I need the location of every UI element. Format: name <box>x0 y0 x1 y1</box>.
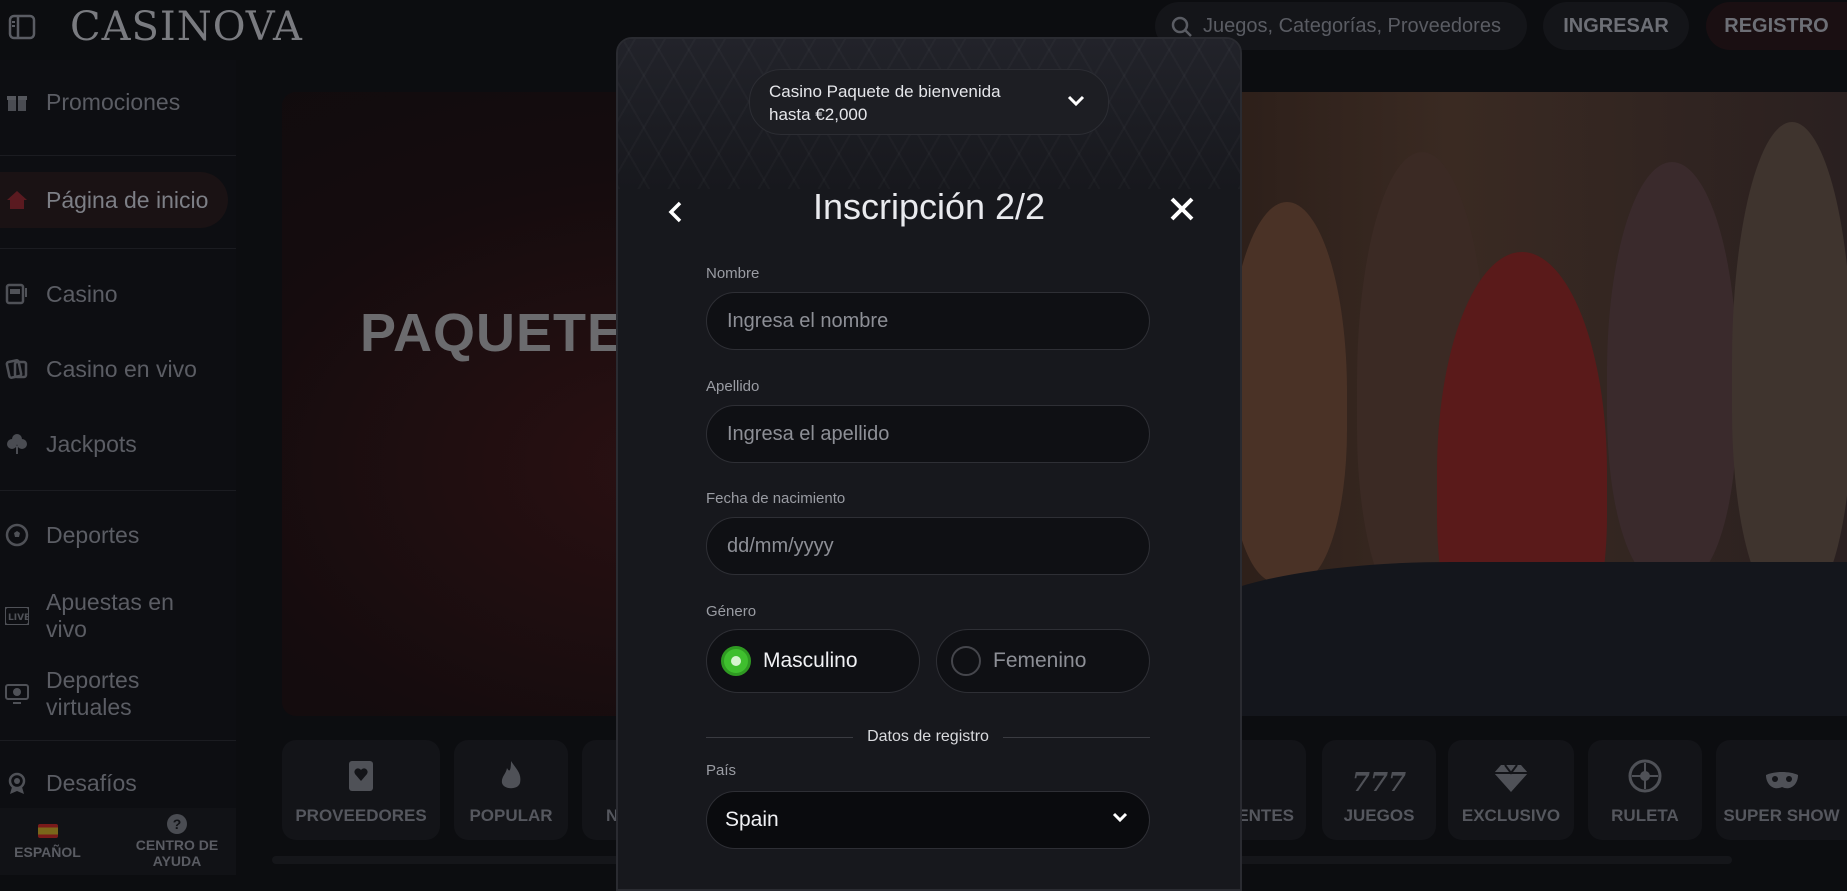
live-icon: LIVE <box>5 604 29 628</box>
clover-icon <box>5 432 29 456</box>
sidebar-item-inicio[interactable]: Página de inicio <box>0 172 228 228</box>
chevron-down-icon <box>1111 811 1129 830</box>
gender-option-label: Femenino <box>993 649 1087 672</box>
spain-flag-icon <box>37 823 58 838</box>
virtual-sports-icon <box>5 682 29 706</box>
sidebar-item-label: Casino en vivo <box>46 355 197 382</box>
section-divider-label: Datos de registro <box>867 728 989 745</box>
svg-text:LIVE: LIVE <box>8 613 29 623</box>
radio-selected-icon <box>721 646 751 676</box>
sidebar-item-promociones[interactable]: Promociones <box>0 82 236 122</box>
sidebar-item-casino[interactable]: Casino <box>0 274 236 314</box>
sidebar-item-desafios[interactable]: Desafíos <box>0 763 236 803</box>
bonus-text: Casino Paquete de bienvenida hasta €2,00… <box>769 82 1001 124</box>
hero-title: PAQUETE <box>360 303 625 363</box>
sidebar-item-label: Apuestas en vivo <box>46 589 174 642</box>
question-icon: ? <box>167 814 187 834</box>
diamond-icon <box>1493 763 1529 798</box>
medal-icon <box>5 771 29 795</box>
sidebar-item-label: Casino <box>46 280 118 307</box>
gender-label: Género <box>706 603 757 620</box>
gender-option-label: Masculino <box>763 649 858 672</box>
section-divider: Datos de registro <box>706 727 1150 747</box>
casinova-logo[interactable]: CASINOVA <box>70 4 303 50</box>
sidebar-item-deportes[interactable]: Deportes <box>0 515 236 555</box>
welcome-bonus-selector[interactable]: Casino Paquete de bienvenida hasta €2,00… <box>749 69 1109 135</box>
sidebar-item-label: Jackpots <box>46 430 137 457</box>
flame-icon <box>498 759 524 798</box>
sidebar-item-jackpots[interactable]: Jackpots <box>0 424 236 464</box>
sidebar-item-casino-en-vivo[interactable]: Casino en vivo <box>0 349 236 389</box>
hero-image <box>1187 92 1847 716</box>
language-selector[interactable]: ESPAÑOL <box>0 808 95 875</box>
soccer-ball-icon <box>5 523 29 547</box>
sidebar-item-apuestas-en-vivo[interactable]: LIVE Apuestas en vivo <box>0 586 236 646</box>
slot-machine-icon <box>5 282 29 306</box>
sidebar-toggle-icon[interactable] <box>8 14 36 40</box>
country-value: Spain <box>725 808 779 831</box>
birth-date-label: Fecha de nacimiento <box>706 490 846 507</box>
last-name-placeholder: Ingresa el apellido <box>727 422 890 445</box>
help-label: CENTRO DE AYUDA <box>135 837 219 869</box>
radio-unselected-icon <box>951 646 981 676</box>
help-center-link[interactable]: ? CENTRO DE AYUDA <box>118 808 236 875</box>
sidebar-item-label: Página de inicio <box>46 186 209 213</box>
login-button[interactable]: INGRESAR <box>1543 2 1689 50</box>
birth-date-placeholder: dd/mm/yyyy <box>727 534 834 557</box>
777-icon: 777 <box>1351 768 1407 798</box>
country-label: País <box>706 762 737 779</box>
first-name-label: Nombre <box>706 265 760 282</box>
sidebar-item-label: Deportes virtuales <box>46 667 140 720</box>
first-name-field[interactable]: Ingresa el nombre <box>706 292 1150 350</box>
live-casino-icon <box>5 357 29 381</box>
category-popular[interactable]: POPULAR <box>454 740 568 840</box>
register-button[interactable]: REGISTRO <box>1706 2 1847 50</box>
sidebar-item-deportes-virtuales[interactable]: Deportes virtuales <box>0 664 236 724</box>
language-bar: ESPAÑOL ? CENTRO DE AYUDA <box>0 808 236 875</box>
mask-icon <box>1764 769 1800 798</box>
last-name-label: Apellido <box>706 378 760 395</box>
birth-date-field[interactable]: dd/mm/yyyy <box>706 517 1150 575</box>
gift-icon <box>5 90 29 114</box>
sidebar-item-label: Promociones <box>46 88 181 115</box>
close-icon[interactable] <box>1168 194 1196 224</box>
category-super-show[interactable]: SUPER SHOW <box>1716 740 1847 840</box>
category-exclusivo[interactable]: EXCLUSIVO <box>1448 740 1574 840</box>
home-icon <box>5 188 29 212</box>
category-juegos[interactable]: 777 JUEGOS <box>1322 740 1436 840</box>
first-name-placeholder: Ingresa el nombre <box>727 309 889 332</box>
country-select[interactable]: Spain <box>706 791 1150 849</box>
sidebar-item-label: Desafíos <box>46 769 137 796</box>
sidebar-item-label: Deportes <box>46 521 140 548</box>
modal-title: Inscripción 2/2 <box>812 186 1046 227</box>
search-placeholder: Juegos, Categorías, Proveedores <box>1203 14 1501 37</box>
roulette-icon <box>1628 759 1662 798</box>
category-proveedores[interactable]: PROVEEDORES <box>282 740 440 840</box>
category-partial-right[interactable]: ENTES <box>1237 740 1306 840</box>
gender-option-femenino[interactable]: Femenino <box>936 629 1150 693</box>
language-label: ESPAÑOL <box>14 843 81 860</box>
category-ruleta[interactable]: RULETA <box>1588 740 1702 840</box>
book-heart-icon <box>347 759 375 798</box>
last-name-field[interactable]: Ingresa el apellido <box>706 405 1150 463</box>
chevron-down-icon <box>1066 94 1086 113</box>
gender-option-masculino[interactable]: Masculino <box>706 629 920 693</box>
sidebar: Promociones Página de inicio Casino Casi… <box>0 60 236 875</box>
registration-modal: Casino Paquete de bienvenida hasta €2,00… <box>616 37 1242 891</box>
